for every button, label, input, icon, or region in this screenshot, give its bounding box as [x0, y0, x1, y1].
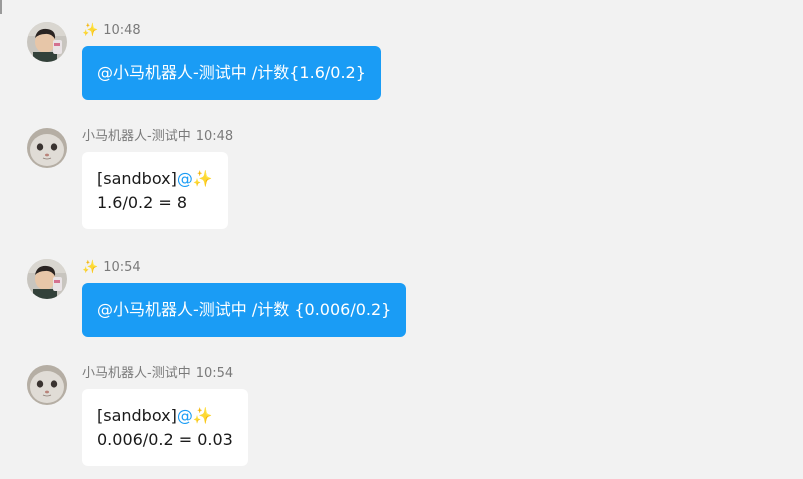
message-bubble[interactable]: @小马机器人-测试中 /计数{1.6/0.2} [82, 46, 381, 100]
user-avatar[interactable] [27, 22, 67, 62]
sandbox-tag: [sandbox] [97, 169, 177, 188]
sender-name: ✨ [82, 23, 99, 38]
cat-photo-avatar-icon [27, 128, 67, 168]
message-line-1: [sandbox]@✨ [97, 167, 213, 191]
message-meta: ✨ 10:48 [82, 22, 141, 40]
message-meta: 小马机器人-测试中 10:48 [82, 128, 233, 146]
message-time: 10:48 [103, 23, 141, 38]
message-time: 10:54 [103, 260, 141, 275]
sender-name: ✨ [82, 260, 99, 275]
message-bubble[interactable]: [sandbox]@✨ 1.6/0.2 = 8 [82, 152, 228, 229]
mention-link[interactable]: @ [177, 169, 193, 188]
cat-photo-avatar-icon [27, 365, 67, 405]
message-result: 1.6/0.2 = 8 [97, 193, 188, 212]
message-meta: ✨ 10:54 [82, 259, 141, 277]
sandbox-tag: [sandbox] [97, 406, 177, 425]
sender-name: 小马机器人-测试中 [82, 366, 191, 381]
child-photo-avatar-icon [27, 259, 67, 299]
message-time: 10:54 [195, 366, 234, 381]
window-edge-mark [0, 0, 2, 14]
message-time: 10:48 [195, 129, 234, 144]
mention-link[interactable]: @ [177, 406, 193, 425]
mention-emoji: ✨ [192, 169, 213, 188]
mention-emoji: ✨ [192, 406, 213, 425]
sender-name: 小马机器人-测试中 [82, 129, 191, 144]
message-bubble[interactable]: @小马机器人-测试中 /计数 {0.006/0.2} [82, 283, 407, 337]
message-bubble[interactable]: [sandbox]@✨ 0.006/0.2 = 0.03 [82, 389, 248, 466]
message-meta: 小马机器人-测试中 10:54 [82, 365, 233, 383]
message-text: @小马机器人-测试中 /计数 {0.006/0.2} [97, 300, 392, 319]
bot-avatar[interactable] [27, 365, 67, 405]
message-line-1: [sandbox]@✨ [97, 404, 233, 428]
user-avatar[interactable] [27, 259, 67, 299]
message-result: 0.006/0.2 = 0.03 [97, 430, 233, 449]
bot-avatar[interactable] [27, 128, 67, 168]
message-text: @小马机器人-测试中 /计数{1.6/0.2} [97, 63, 366, 82]
child-photo-avatar-icon [27, 22, 67, 62]
